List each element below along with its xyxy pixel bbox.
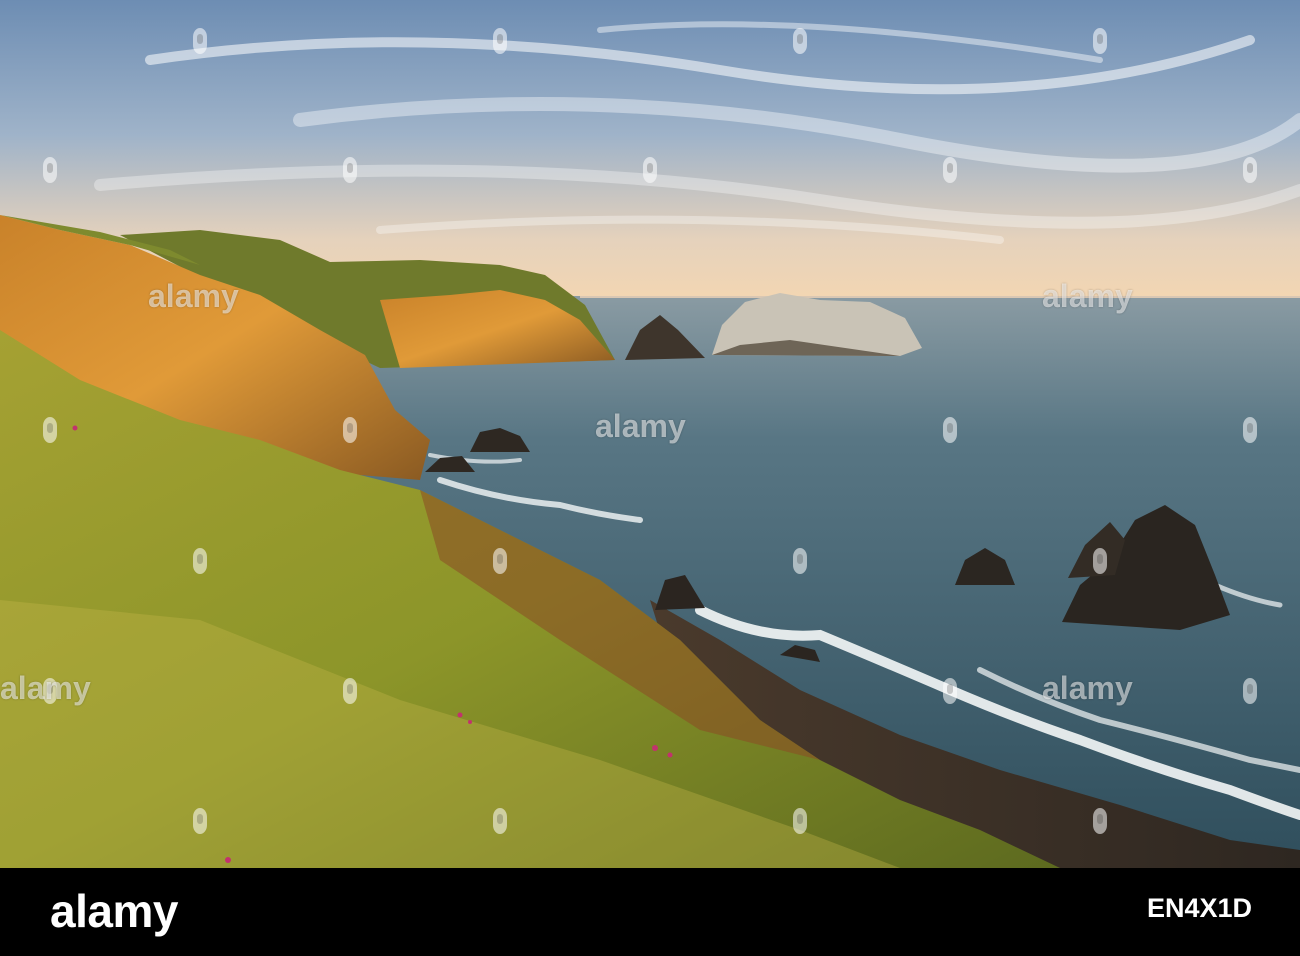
alamy-logo[interactable]: alamy	[50, 888, 178, 934]
watermark-glyph	[493, 28, 507, 54]
watermark-glyph	[493, 548, 507, 574]
watermark-text: alamy	[148, 278, 239, 314]
watermark-glyph	[193, 808, 207, 834]
watermark-glyph	[793, 808, 807, 834]
watermark-text: alamy	[1042, 278, 1133, 314]
watermark-text: alamy	[1042, 670, 1133, 706]
watermark-glyph	[1093, 808, 1107, 834]
watermark-text: alamy	[0, 670, 91, 706]
watermark-glyph	[1243, 157, 1257, 183]
watermark-glyph	[43, 417, 57, 443]
watermark-glyph	[193, 28, 207, 54]
stock-photo: alamy alamy alamy alamy alamy	[0, 0, 1300, 868]
image-id: EN4X1D	[1146, 893, 1252, 923]
watermark-glyph	[343, 417, 357, 443]
watermark-glyph	[793, 28, 807, 54]
watermark-glyph	[943, 157, 957, 183]
watermark-glyph	[1093, 28, 1107, 54]
watermark-glyph	[643, 157, 657, 183]
watermark-glyph	[43, 157, 57, 183]
watermark-glyph	[943, 417, 957, 443]
watermark-glyph	[793, 548, 807, 574]
watermark-glyph	[193, 548, 207, 574]
watermark-glyph	[343, 157, 357, 183]
watermark-glyph	[493, 808, 507, 834]
watermark-glyph	[1243, 417, 1257, 443]
footer-bar	[0, 868, 1300, 956]
watermark-glyph	[343, 678, 357, 704]
watermark-glyph	[1243, 678, 1257, 704]
watermark-glyph	[1093, 548, 1107, 574]
watermark-glyph	[943, 678, 957, 704]
watermark-text: alamy	[595, 408, 686, 444]
